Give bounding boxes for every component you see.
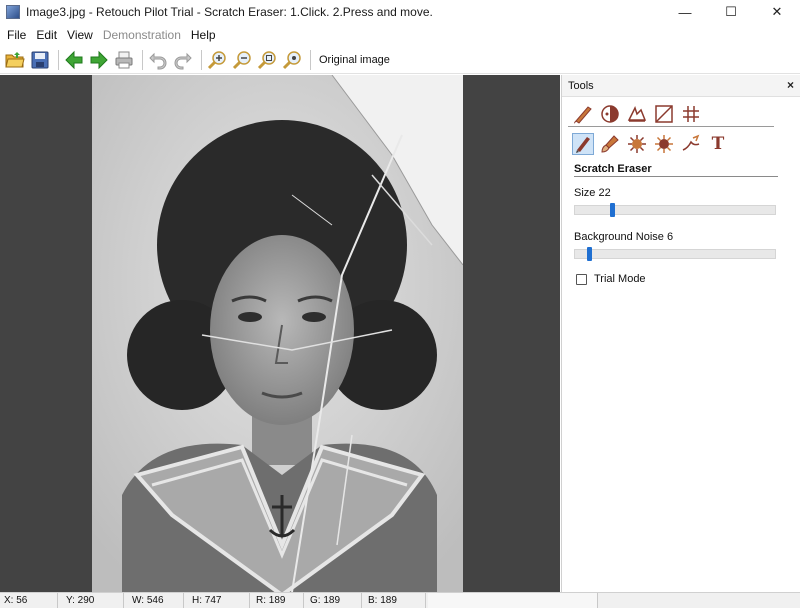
tool-row-top (568, 101, 774, 127)
color-balance-icon[interactable] (599, 103, 621, 125)
size-label: Size 22 (574, 187, 611, 199)
minimize-button[interactable]: — (662, 0, 708, 24)
back-arrow-icon[interactable] (63, 49, 85, 71)
print-icon[interactable] (113, 49, 135, 71)
background-noise-label: Background Noise 6 (574, 231, 674, 243)
tools-panel-title: Tools (568, 79, 594, 92)
status-red: R: 189 (250, 592, 304, 608)
original-image-button[interactable]: Original image (315, 49, 394, 71)
background-noise-slider[interactable] (574, 247, 776, 261)
status-progress (428, 592, 598, 608)
retouch-brush-icon[interactable] (572, 103, 594, 125)
status-x: X: 56 (0, 592, 58, 608)
size-slider-thumb[interactable] (610, 203, 615, 217)
maximize-button[interactable]: ☐ (708, 0, 754, 24)
redo-icon[interactable] (172, 49, 194, 71)
menu-file[interactable]: File (2, 28, 31, 42)
tools-panel-close-button[interactable]: × (787, 78, 794, 92)
status-height: H: 747 (184, 592, 250, 608)
close-window-button[interactable]: ✕ (754, 0, 800, 24)
menu-edit[interactable]: Edit (31, 28, 62, 42)
contrast-icon[interactable] (626, 103, 648, 125)
size-slider[interactable] (574, 203, 776, 217)
toolbar-separator (310, 49, 311, 70)
toolbar-separator (142, 49, 143, 70)
forward-arrow-icon[interactable] (88, 49, 110, 71)
menu-demonstration: Demonstration (102, 28, 181, 42)
image-canvas[interactable] (0, 75, 560, 592)
status-width: W: 546 (124, 592, 184, 608)
undo-icon[interactable] (147, 49, 169, 71)
status-y: Y: 290 (58, 592, 124, 608)
toolbar-separator (201, 49, 202, 70)
open-folder-icon[interactable] (4, 49, 26, 71)
spot-remover-icon[interactable] (626, 133, 648, 155)
menu-bar: File Edit View Demonstration Help (0, 26, 221, 44)
active-tool-name: Scratch Eraser (574, 163, 778, 177)
menu-view[interactable]: View (62, 28, 98, 42)
text-tool-icon[interactable]: T (707, 133, 729, 155)
window-controls: — ☐ ✕ (662, 0, 800, 24)
menu-help[interactable]: Help (186, 28, 221, 42)
save-icon[interactable] (29, 49, 51, 71)
zoom-actual-icon[interactable] (281, 49, 303, 71)
status-bar: X: 56 Y: 290 W: 546 H: 747 R: 189 G: 189… (0, 592, 800, 608)
status-blue: B: 189 (362, 592, 426, 608)
zoom-fit-icon[interactable] (256, 49, 278, 71)
background-noise-slider-thumb[interactable] (587, 247, 592, 261)
wrinkle-brush-icon[interactable] (680, 133, 702, 155)
app-icon (6, 5, 20, 19)
status-green: G: 189 (304, 592, 362, 608)
window-title: Image3.jpg - Retouch Pilot Trial - Scrat… (26, 5, 433, 19)
tools-panel-header: Tools × (562, 75, 800, 97)
toolbar-separator (58, 49, 59, 70)
trial-mode-row[interactable]: Trial Mode (576, 273, 800, 285)
zoom-in-icon[interactable] (206, 49, 228, 71)
clone-brush-icon[interactable] (599, 133, 621, 155)
trial-mode-checkbox[interactable] (576, 273, 587, 285)
trial-mode-label[interactable]: Trial Mode (594, 273, 646, 285)
tools-panel: Tools × T Scratch Eraser Size 22 Backgro… (561, 75, 800, 592)
toolbar: Original image (0, 46, 800, 74)
tool-row-bottom: T (562, 131, 800, 157)
blemish-remover-icon[interactable] (653, 133, 675, 155)
scratch-eraser-icon[interactable] (572, 133, 594, 155)
grid-icon[interactable] (680, 103, 702, 125)
title-bar: Image3.jpg - Retouch Pilot Trial - Scrat… (0, 0, 800, 24)
curves-icon[interactable] (653, 103, 675, 125)
zoom-out-icon[interactable] (231, 49, 253, 71)
photo-image[interactable] (92, 75, 463, 592)
